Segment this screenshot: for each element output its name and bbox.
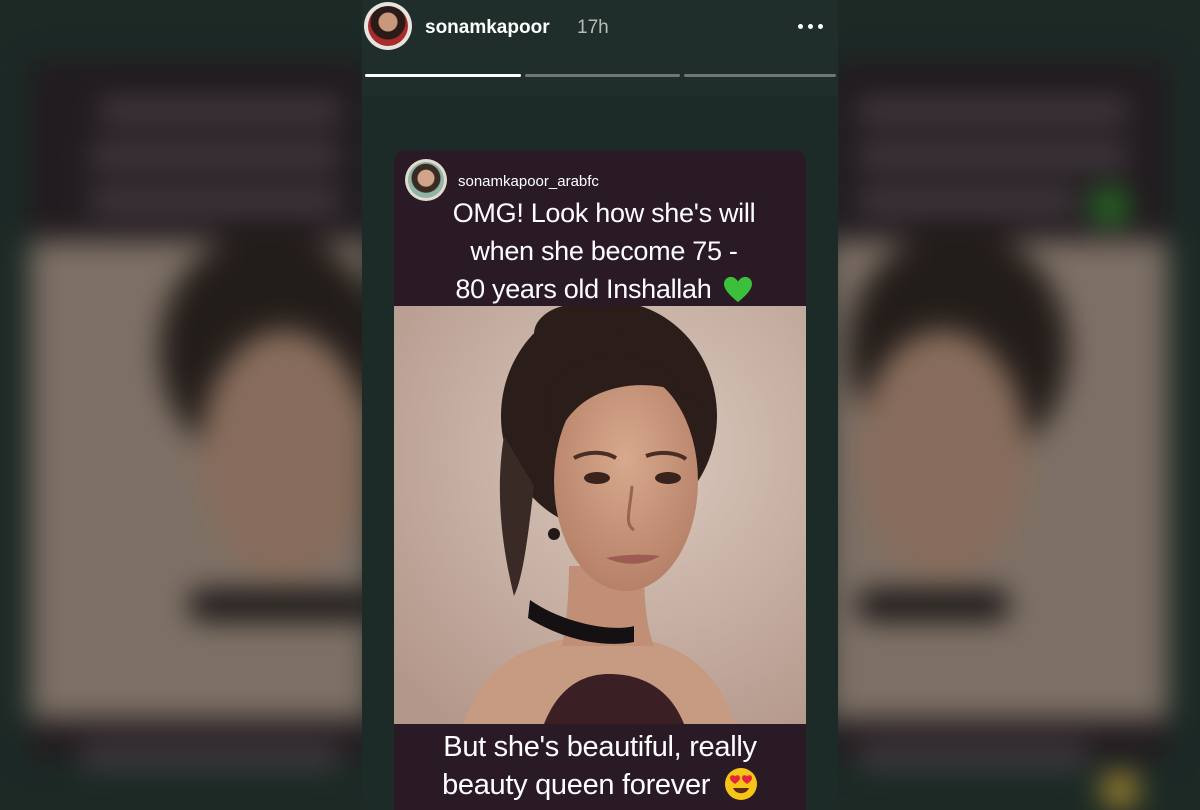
story-progress-bar-3: [684, 74, 836, 77]
story-username[interactable]: sonamkapoor: [425, 17, 550, 39]
story-progress-bar-1: [365, 74, 521, 77]
caption-bottom-line-2-wrap: beauty queen forever: [394, 766, 806, 804]
more-options-icon[interactable]: [790, 12, 830, 40]
portrait-image: [394, 306, 806, 724]
caption-top: OMG! Look how she's will when she become…: [424, 194, 784, 308]
avatar-image: [368, 6, 408, 46]
blurred-background-left: [0, 0, 362, 810]
green-heart-icon: [723, 276, 752, 303]
heart-eyes-emoji-icon: [724, 768, 757, 800]
caption-bottom-line-2: beauty queen forever: [442, 769, 711, 801]
caption-top-line-3-wrap: 80 years old Inshallah: [424, 270, 784, 308]
caption-top-line-2: when she become 75 -: [470, 236, 738, 266]
story-header: sonamkapoor 17h: [362, 0, 838, 96]
caption-top-line-3: 80 years old Inshallah: [455, 274, 712, 304]
blurred-background-right: [838, 0, 1200, 810]
reposted-post-card[interactable]: sonamkapoor_arabfc OMG! Look how she's w…: [394, 150, 806, 810]
caption-bottom-line-1: But she's beautiful, really: [443, 731, 757, 763]
story-viewer[interactable]: sonamkapoor 17h sonamkapoor_arabfc OMG! …: [362, 0, 838, 810]
caption-bottom: But she's beautiful, really beauty queen…: [394, 728, 806, 804]
caption-top-line-1: OMG! Look how she's will: [452, 198, 756, 228]
post-photo: [394, 306, 806, 724]
story-timestamp: 17h: [577, 17, 609, 38]
story-avatar[interactable]: [364, 2, 412, 50]
repost-username: sonamkapoor_arabfc: [458, 173, 599, 190]
story-progress-bar-2: [525, 74, 680, 77]
